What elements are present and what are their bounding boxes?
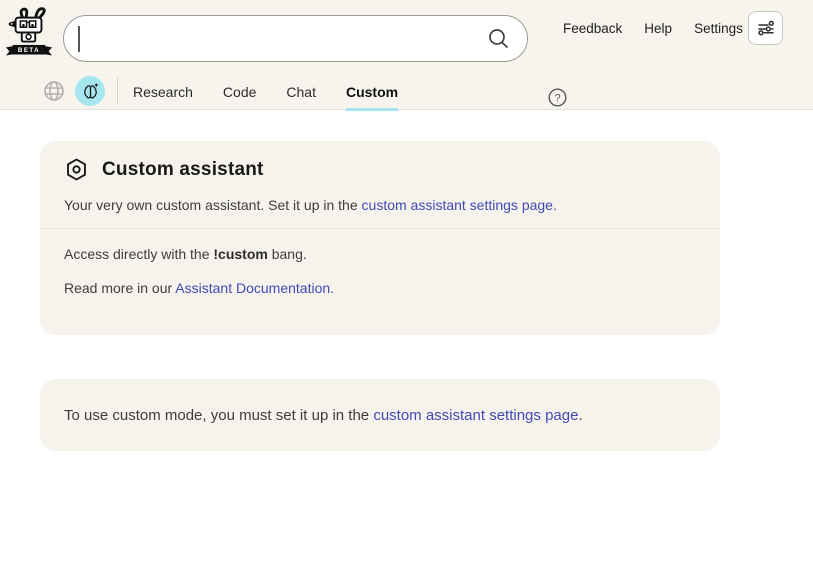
- search-box[interactable]: [63, 15, 528, 62]
- notice-pre: To use custom mode, you must set it up i…: [64, 407, 373, 424]
- search-icon: [487, 27, 511, 51]
- custom-assistant-settings-link[interactable]: custom assistant settings page.: [362, 197, 557, 213]
- custom-assistant-card-top: Custom assistant Your very own custom as…: [40, 141, 720, 228]
- help-link[interactable]: Help: [644, 21, 672, 36]
- beta-label: BETA: [18, 47, 40, 54]
- settings-link[interactable]: Settings: [694, 21, 743, 36]
- docs-pre: Read more in our: [64, 280, 175, 296]
- intro-text: Your very own custom assistant. Set it u…: [64, 197, 362, 213]
- docs-hint: Read more in our Assistant Documentation…: [64, 280, 696, 297]
- sliders-icon: [755, 17, 777, 39]
- doggo-logo-icon: BETA: [6, 5, 52, 59]
- settings-page-link[interactable]: custom assistant settings page: [373, 407, 578, 424]
- card-title: Custom assistant: [102, 159, 264, 181]
- question-mark-icon: ?: [548, 88, 567, 107]
- setup-notice-text: To use custom mode, you must set it up i…: [64, 407, 583, 424]
- svg-text:?: ?: [554, 93, 560, 105]
- search-input[interactable]: [64, 16, 527, 61]
- tab-research[interactable]: Research: [133, 75, 193, 111]
- assistant-documentation-link[interactable]: Assistant Documentation.: [175, 280, 334, 296]
- bang-pre: Access directly with the: [64, 246, 213, 262]
- top-nav: Feedback Help Settings: [563, 21, 743, 36]
- notice-post: .: [578, 407, 582, 424]
- custom-assistant-card-bottom: Access directly with the !custom bang. R…: [40, 229, 720, 335]
- tab-custom[interactable]: Custom: [346, 75, 398, 111]
- assistant-tabs: Research Code Chat Custom: [133, 75, 398, 111]
- globe-icon: [43, 80, 65, 102]
- setup-notice-card: To use custom mode, you must set it up i…: [40, 379, 720, 451]
- card-intro: Your very own custom assistant. Set it u…: [64, 197, 696, 214]
- bang-hint: Access directly with the !custom bang.: [64, 246, 696, 263]
- bang-code: !custom: [213, 246, 267, 262]
- tab-chat[interactable]: Chat: [286, 75, 316, 111]
- kagi-logo[interactable]: BETA: [6, 5, 52, 59]
- bang-post: bang.: [268, 246, 307, 262]
- web-search-tab[interactable]: [43, 80, 65, 102]
- header: BETA Feedback Help Settings: [0, 0, 813, 110]
- tab-code[interactable]: Code: [223, 75, 256, 111]
- tabs-help-button[interactable]: ?: [548, 88, 567, 107]
- tab-divider: [117, 78, 118, 104]
- feedback-link[interactable]: Feedback: [563, 21, 622, 36]
- search-filters-button[interactable]: [748, 11, 783, 45]
- custom-assistant-card: Custom assistant Your very own custom as…: [40, 141, 720, 335]
- brain-sparkle-icon: [82, 83, 99, 100]
- assistant-lens-button[interactable]: [75, 76, 105, 106]
- card-title-row: Custom assistant: [64, 157, 696, 182]
- search-submit-button[interactable]: [487, 27, 511, 51]
- hex-nut-icon: [64, 157, 89, 182]
